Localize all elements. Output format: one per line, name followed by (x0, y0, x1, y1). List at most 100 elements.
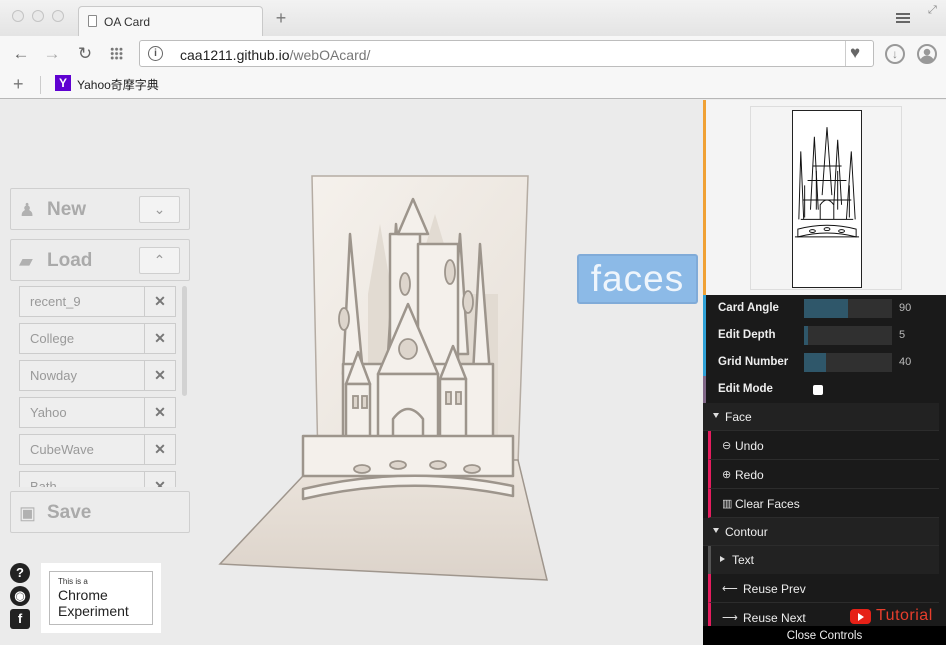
new-label: New (47, 199, 87, 220)
mode-overlay-badge: faces (577, 254, 698, 304)
chrome-experiment-line2: Experiment (58, 603, 129, 619)
apps-grid-icon[interactable] (110, 47, 123, 60)
undo-label: Undo (735, 439, 764, 453)
social-links: ? ◉ f (10, 563, 32, 632)
delete-icon[interactable]: ✕ (145, 323, 176, 354)
card-angle-fill (804, 299, 848, 318)
card-angle-control[interactable]: Card Angle 90 (703, 295, 946, 322)
chrome-experiment-title: Chrome Experiment (58, 587, 129, 619)
edit-mode-control[interactable]: Edit Mode (703, 376, 946, 403)
folder-open-icon: ▰ (19, 251, 33, 271)
list-scrollbar[interactable] (182, 286, 187, 396)
list-item[interactable]: Nowday ✕ (19, 360, 176, 391)
preview-card-image (792, 110, 862, 288)
clear-faces-label: Clear Faces (735, 497, 800, 511)
delete-icon[interactable]: ✕ (145, 434, 176, 465)
address-bar[interactable]: i caa1211.github.io/webOAcard/ ♥ (139, 40, 874, 67)
url-text[interactable]: caa1211.github.io/webOAcard/ (180, 47, 370, 63)
reuse-prev-label: Reuse Prev (743, 582, 806, 596)
chrome-experiment-badge[interactable]: This is a Chrome Experiment (41, 563, 161, 633)
trash-icon: ▥ (722, 498, 733, 510)
edit-depth-value[interactable]: 5 (899, 329, 905, 341)
bookmarks-bar: + Y Yahoo奇摩字典 (0, 72, 946, 99)
load-label: Load (47, 250, 93, 271)
new-dropdown-toggle[interactable]: ⌄ (139, 196, 180, 223)
window-zoom-button[interactable] (52, 10, 64, 22)
saved-card-name[interactable]: recent_9 (19, 286, 145, 317)
tab-oa-card[interactable]: OA Card (78, 6, 263, 36)
menu-icon[interactable] (896, 13, 910, 23)
face-folder[interactable]: Face (703, 403, 939, 431)
list-item[interactable]: Yahoo ✕ (19, 397, 176, 428)
preview-frame (750, 106, 902, 290)
tutorial-label: Tutorial (876, 607, 933, 624)
card-preview (703, 100, 946, 295)
edit-depth-label: Edit Depth (718, 329, 776, 341)
face-folder-label: Face (725, 410, 752, 424)
popup-card-model[interactable] (218, 174, 553, 584)
list-item[interactable]: CubeWave ✕ (19, 434, 176, 465)
bookmark-yahoo[interactable]: Yahoo奇摩字典 (77, 76, 159, 93)
yahoo-icon[interactable]: Y (55, 75, 71, 91)
list-item[interactable]: Bath ✕ (19, 471, 176, 487)
grid-number-control[interactable]: Grid Number 40 (703, 349, 946, 376)
forward-button[interactable]: → (42, 44, 62, 64)
grid-number-slider[interactable] (804, 353, 892, 372)
delete-icon[interactable]: ✕ (145, 397, 176, 428)
chrome-experiment-frame: This is a Chrome Experiment (49, 571, 153, 625)
contour-folder-label: Contour (725, 525, 768, 539)
saved-card-name[interactable]: CubeWave (19, 434, 145, 465)
github-icon[interactable]: ◉ (10, 586, 30, 606)
edit-mode-checkbox[interactable] (813, 385, 823, 395)
reuse-prev-button[interactable]: ⟵ Reuse Prev (708, 574, 939, 603)
floppy-disk-icon: ▣ (19, 503, 37, 523)
contour-folder[interactable]: Contour (703, 518, 939, 546)
profile-icon[interactable] (917, 44, 937, 64)
saved-card-name[interactable]: College (19, 323, 145, 354)
facebook-icon[interactable]: f (10, 609, 30, 629)
back-button[interactable]: ← (11, 44, 31, 64)
heart-icon[interactable]: ♥ (850, 43, 860, 63)
site-info-icon[interactable]: i (148, 46, 163, 61)
text-folder[interactable]: Text (708, 546, 939, 574)
new-card-button[interactable]: ♟ New ⌄ (10, 188, 190, 230)
save-card-button[interactable]: ▣ Save (10, 491, 190, 533)
undo-button[interactable]: ⊖ Undo (708, 431, 939, 460)
grid-number-label: Grid Number (718, 356, 789, 368)
load-collapse-toggle[interactable]: ⌃ (139, 247, 180, 274)
grid-number-value[interactable]: 40 (899, 356, 911, 368)
expanded-arrow-icon (713, 528, 719, 533)
saved-card-name[interactable]: Bath (19, 471, 145, 487)
card-viewport[interactable]: ♟ New ⌄ ▰ Load ⌃ recent_9 ✕ College ✕ No… (0, 100, 703, 645)
saved-cards-list[interactable]: recent_9 ✕ College ✕ Nowday ✕ Yahoo ✕ Cu… (10, 282, 190, 487)
load-card-button[interactable]: ▰ Load ⌃ (10, 239, 190, 281)
card-angle-slider[interactable] (804, 299, 892, 318)
window-close-button[interactable] (12, 10, 24, 22)
delete-icon[interactable]: ✕ (145, 286, 176, 317)
list-item[interactable]: College ✕ (19, 323, 176, 354)
delete-icon[interactable]: ✕ (145, 471, 176, 487)
delete-icon[interactable]: ✕ (145, 360, 176, 391)
close-controls-button[interactable]: Close Controls (703, 626, 946, 645)
add-bookmark-icon[interactable]: + (13, 74, 24, 95)
url-path: /webOAcard/ (289, 47, 371, 63)
clear-faces-button[interactable]: ▥ Clear Faces (708, 489, 939, 518)
card-angle-value[interactable]: 90 (899, 302, 911, 314)
help-icon[interactable]: ? (10, 563, 30, 583)
edit-depth-slider[interactable] (804, 326, 892, 345)
reload-button[interactable]: ↻ (75, 44, 95, 64)
text-folder-label: Text (732, 553, 755, 567)
saved-card-name[interactable]: Yahoo (19, 397, 145, 428)
redo-button[interactable]: ⊕ Redo (708, 460, 939, 489)
redo-label: Redo (735, 468, 764, 482)
saved-card-name[interactable]: Nowday (19, 360, 145, 391)
window-minimize-button[interactable] (32, 10, 44, 22)
fullscreen-icon[interactable]: ⤢ (928, 4, 937, 17)
arrow-right-icon: ⟶ (722, 612, 738, 624)
card-angle-label: Card Angle (718, 302, 779, 314)
download-icon[interactable]: ↓ (885, 44, 905, 64)
expanded-arrow-icon (713, 413, 719, 418)
edit-depth-control[interactable]: Edit Depth 5 (703, 322, 946, 349)
list-item[interactable]: recent_9 ✕ (19, 286, 176, 317)
new-tab-button[interactable]: + (272, 9, 290, 27)
